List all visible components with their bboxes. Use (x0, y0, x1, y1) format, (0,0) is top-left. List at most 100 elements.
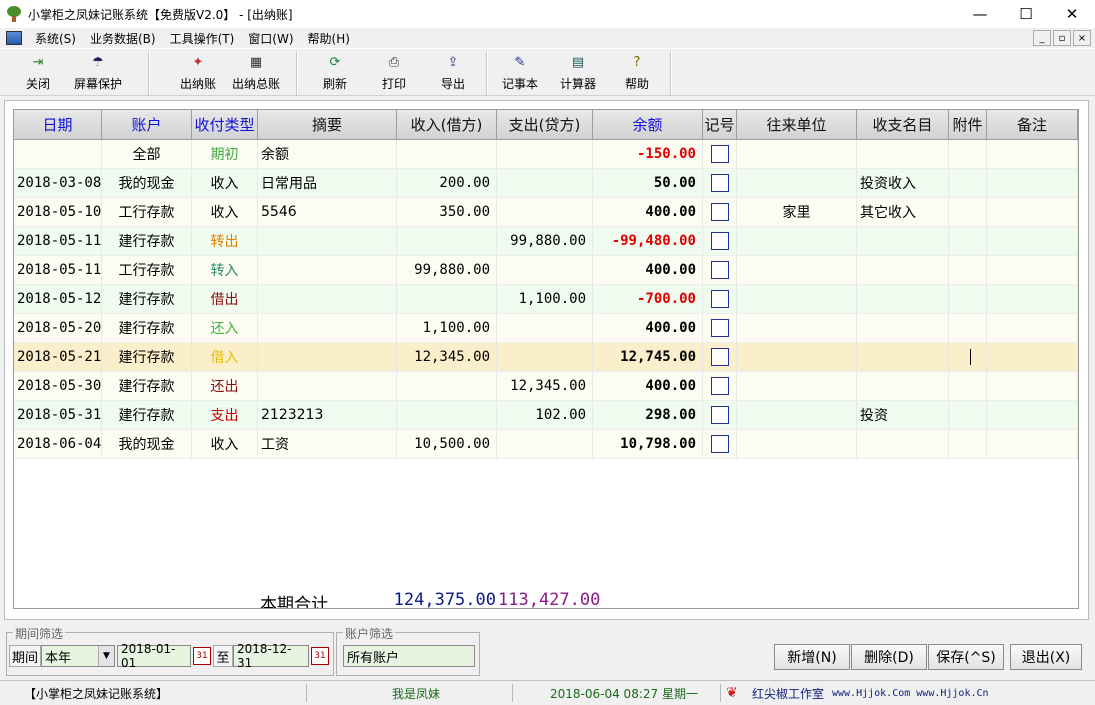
calculator-button[interactable]: ▤ 计算器 (554, 51, 602, 95)
chevron-down-icon[interactable]: ▼ (98, 646, 114, 666)
cell-expense[interactable]: 102.00 (497, 401, 593, 430)
col-header-type[interactable]: 收付类型 (192, 110, 258, 140)
col-header-attachment[interactable]: 附件 (949, 110, 987, 140)
cell-note[interactable] (987, 372, 1078, 401)
cell-summary[interactable] (258, 256, 397, 285)
cell-account[interactable]: 工行存款 (102, 256, 192, 285)
cell-mark[interactable] (703, 314, 737, 343)
cell-note[interactable] (987, 314, 1078, 343)
cell-party[interactable] (737, 430, 857, 459)
menu-help[interactable]: 帮助(H) (301, 30, 357, 47)
cell-summary[interactable] (258, 372, 397, 401)
cell-note[interactable] (987, 401, 1078, 430)
cell-attachment[interactable] (949, 401, 987, 430)
calendar-to-icon[interactable]: 31 (311, 647, 329, 665)
cell-mark[interactable] (703, 140, 737, 169)
cell-balance[interactable]: 400.00 (593, 314, 703, 343)
cell-expense[interactable]: 99,880.00 (497, 227, 593, 256)
mark-checkbox[interactable] (710, 435, 729, 453)
cell-attachment[interactable] (949, 343, 987, 372)
cell-summary[interactable] (258, 285, 397, 314)
cell-party[interactable] (737, 256, 857, 285)
table-row[interactable]: 2018-06-04 我的现金 收入 工资 10,500.00 10,798.00 (14, 430, 1078, 459)
calendar-from-icon[interactable]: 31 (193, 647, 211, 665)
date-from-field[interactable]: 2018-01-01 (117, 642, 191, 670)
cell-mark[interactable] (703, 227, 737, 256)
cell-attachment[interactable] (949, 169, 987, 198)
table-row[interactable]: 2018-03-08 我的现金 收入 日常用品 200.00 50.00 投资收入 (14, 169, 1078, 198)
cell-income[interactable] (397, 285, 497, 314)
cell-balance[interactable]: 400.00 (593, 372, 703, 401)
cell-account[interactable]: 我的现金 (102, 169, 192, 198)
table-row[interactable]: 2018-05-11 工行存款 转入 99,880.00 400.00 (14, 256, 1078, 285)
col-header-expense[interactable]: 支出(贷方) (497, 110, 593, 140)
cell-category[interactable]: 投资 (857, 401, 949, 430)
mdi-minimize-button[interactable]: _ (1033, 30, 1051, 46)
cell-attachment[interactable] (949, 198, 987, 227)
cell-expense[interactable] (497, 430, 593, 459)
cell-expense[interactable] (497, 314, 593, 343)
cell-balance[interactable]: 50.00 (593, 169, 703, 198)
cell-mark[interactable] (703, 401, 737, 430)
cell-date[interactable]: 2018-05-11 (14, 227, 102, 256)
account-filter-field[interactable]: 所有账户 (343, 645, 475, 667)
cell-category[interactable]: 其它收入 (857, 198, 949, 227)
cell-summary[interactable]: 余额 (258, 140, 397, 169)
cell-summary[interactable] (258, 314, 397, 343)
cell-type[interactable]: 支出 (192, 401, 258, 430)
cell-type[interactable]: 还出 (192, 372, 258, 401)
cell-summary[interactable] (258, 343, 397, 372)
cell-account[interactable]: 工行存款 (102, 198, 192, 227)
col-header-mark[interactable]: 记号 (703, 110, 737, 140)
refresh-button[interactable]: ⟳ 刷新 (310, 51, 360, 95)
cell-summary[interactable] (258, 227, 397, 256)
cell-summary[interactable]: 2123213 (258, 401, 397, 430)
table-row[interactable]: 2018-05-30 建行存款 还出 12,345.00 400.00 (14, 372, 1078, 401)
cell-note[interactable] (987, 227, 1078, 256)
col-header-account[interactable]: 账户 (102, 110, 192, 140)
cash-book-button[interactable]: ✦ 出纳账 (170, 51, 226, 95)
cell-balance[interactable]: 10,798.00 (593, 430, 703, 459)
cell-note[interactable] (987, 256, 1078, 285)
mark-checkbox[interactable] (710, 377, 729, 395)
close-button[interactable]: ⇥ 关闭 (10, 51, 66, 95)
cell-note[interactable] (987, 169, 1078, 198)
cell-attachment[interactable] (949, 314, 987, 343)
cell-date[interactable]: 2018-05-11 (14, 256, 102, 285)
cell-expense[interactable] (497, 343, 593, 372)
table-row[interactable]: 2018-05-10 工行存款 收入 5546 350.00 400.00 家里 其它收入 (14, 198, 1078, 227)
cell-date[interactable]: 2018-05-31 (14, 401, 102, 430)
table-row[interactable]: 全部 期初 余额 -150.00 (14, 140, 1078, 169)
cell-type[interactable]: 期初 (192, 140, 258, 169)
cell-party[interactable] (737, 140, 857, 169)
cell-category[interactable] (857, 372, 949, 401)
cell-note[interactable] (987, 343, 1078, 372)
cell-category[interactable] (857, 285, 949, 314)
mark-checkbox[interactable] (710, 174, 729, 192)
col-header-note[interactable]: 备注 (987, 110, 1078, 140)
date-to-field[interactable]: 2018-12-31 (233, 642, 309, 670)
cell-category[interactable] (857, 343, 949, 372)
cell-category[interactable]: 投资收入 (857, 169, 949, 198)
cell-date[interactable]: 2018-05-12 (14, 285, 102, 314)
cell-party[interactable] (737, 314, 857, 343)
cell-mark[interactable] (703, 285, 737, 314)
cell-party[interactable] (737, 401, 857, 430)
close-window-button[interactable]: ✕ (1049, 0, 1095, 28)
cell-account[interactable]: 建行存款 (102, 314, 192, 343)
mdi-restore-button[interactable]: ▫ (1053, 30, 1071, 46)
table-row[interactable]: 2018-05-11 建行存款 转出 99,880.00 -99,480.00 (14, 227, 1078, 256)
export-button[interactable]: ⇪ 导出 (428, 51, 478, 95)
cell-mark[interactable] (703, 198, 737, 227)
cell-category[interactable] (857, 430, 949, 459)
col-header-date[interactable]: 日期 (14, 110, 102, 140)
table-row[interactable]: 2018-05-12 建行存款 借出 1,100.00 -700.00 (14, 285, 1078, 314)
cell-date[interactable]: 2018-05-30 (14, 372, 102, 401)
cell-account[interactable]: 建行存款 (102, 372, 192, 401)
cell-income[interactable]: 99,880.00 (397, 256, 497, 285)
cell-balance[interactable]: -700.00 (593, 285, 703, 314)
table-row[interactable]: 2018-05-21 建行存款 借入 12,345.00 12,745.00 (14, 343, 1078, 372)
cell-category[interactable] (857, 256, 949, 285)
mark-checkbox[interactable] (710, 232, 729, 250)
menu-window[interactable]: 窗口(W) (241, 30, 300, 47)
